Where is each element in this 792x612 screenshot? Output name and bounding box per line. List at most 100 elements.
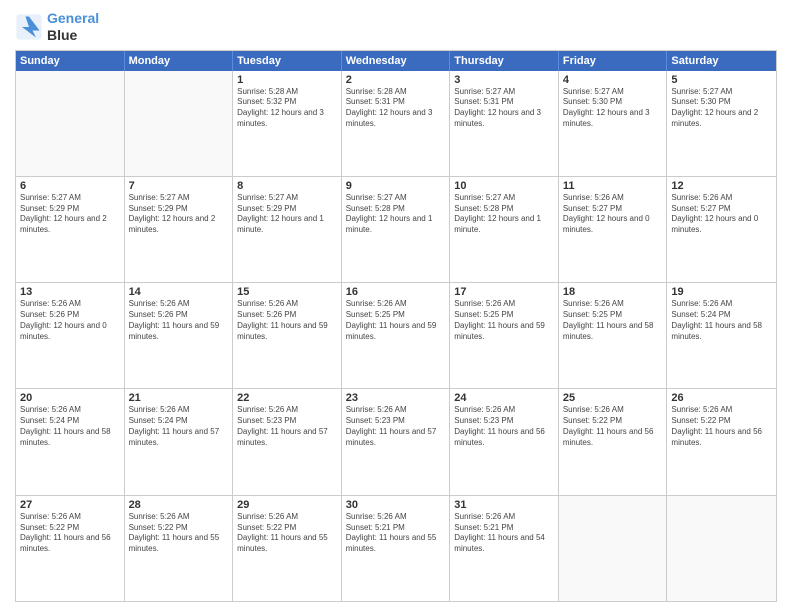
day-number: 10 (454, 180, 554, 192)
day-info: Sunrise: 5:26 AM Sunset: 5:23 PM Dayligh… (346, 405, 446, 448)
day-number: 9 (346, 180, 446, 192)
calendar-cell: 12Sunrise: 5:26 AM Sunset: 5:27 PM Dayli… (667, 177, 776, 282)
day-number: 16 (346, 286, 446, 298)
calendar-cell: 10Sunrise: 5:27 AM Sunset: 5:28 PM Dayli… (450, 177, 559, 282)
day-info: Sunrise: 5:26 AM Sunset: 5:25 PM Dayligh… (563, 299, 663, 342)
day-info: Sunrise: 5:26 AM Sunset: 5:22 PM Dayligh… (20, 512, 120, 555)
calendar-cell: 20Sunrise: 5:26 AM Sunset: 5:24 PM Dayli… (16, 389, 125, 494)
day-number: 19 (671, 286, 772, 298)
calendar-header-cell: Saturday (667, 51, 776, 71)
calendar-header-cell: Thursday (450, 51, 559, 71)
day-info: Sunrise: 5:26 AM Sunset: 5:23 PM Dayligh… (237, 405, 337, 448)
day-number: 23 (346, 392, 446, 404)
calendar-cell: 18Sunrise: 5:26 AM Sunset: 5:25 PM Dayli… (559, 283, 668, 388)
day-info: Sunrise: 5:26 AM Sunset: 5:22 PM Dayligh… (237, 512, 337, 555)
day-info: Sunrise: 5:26 AM Sunset: 5:23 PM Dayligh… (454, 405, 554, 448)
calendar-cell: 24Sunrise: 5:26 AM Sunset: 5:23 PM Dayli… (450, 389, 559, 494)
day-info: Sunrise: 5:26 AM Sunset: 5:27 PM Dayligh… (671, 193, 772, 236)
day-number: 26 (671, 392, 772, 404)
day-info: Sunrise: 5:27 AM Sunset: 5:29 PM Dayligh… (237, 193, 337, 236)
day-info: Sunrise: 5:27 AM Sunset: 5:28 PM Dayligh… (346, 193, 446, 236)
day-info: Sunrise: 5:26 AM Sunset: 5:24 PM Dayligh… (671, 299, 772, 342)
calendar-week: 1Sunrise: 5:28 AM Sunset: 5:32 PM Daylig… (16, 71, 776, 177)
logo: General Blue (15, 10, 99, 44)
calendar-cell: 26Sunrise: 5:26 AM Sunset: 5:22 PM Dayli… (667, 389, 776, 494)
day-number: 2 (346, 74, 446, 86)
calendar-header-cell: Sunday (16, 51, 125, 71)
day-number: 1 (237, 74, 337, 86)
day-number: 7 (129, 180, 229, 192)
calendar: SundayMondayTuesdayWednesdayThursdayFrid… (15, 50, 777, 602)
calendar-header: SundayMondayTuesdayWednesdayThursdayFrid… (16, 51, 776, 71)
calendar-cell: 31Sunrise: 5:26 AM Sunset: 5:21 PM Dayli… (450, 496, 559, 601)
calendar-cell: 4Sunrise: 5:27 AM Sunset: 5:30 PM Daylig… (559, 71, 668, 176)
calendar-cell: 9Sunrise: 5:27 AM Sunset: 5:28 PM Daylig… (342, 177, 451, 282)
day-number: 18 (563, 286, 663, 298)
day-number: 13 (20, 286, 120, 298)
calendar-cell: 8Sunrise: 5:27 AM Sunset: 5:29 PM Daylig… (233, 177, 342, 282)
day-info: Sunrise: 5:26 AM Sunset: 5:25 PM Dayligh… (454, 299, 554, 342)
day-number: 5 (671, 74, 772, 86)
day-info: Sunrise: 5:26 AM Sunset: 5:22 PM Dayligh… (129, 512, 229, 555)
day-number: 30 (346, 499, 446, 511)
calendar-cell: 13Sunrise: 5:26 AM Sunset: 5:26 PM Dayli… (16, 283, 125, 388)
calendar-cell: 29Sunrise: 5:26 AM Sunset: 5:22 PM Dayli… (233, 496, 342, 601)
calendar-header-cell: Wednesday (342, 51, 451, 71)
calendar-cell: 2Sunrise: 5:28 AM Sunset: 5:31 PM Daylig… (342, 71, 451, 176)
day-info: Sunrise: 5:26 AM Sunset: 5:24 PM Dayligh… (129, 405, 229, 448)
day-info: Sunrise: 5:26 AM Sunset: 5:26 PM Dayligh… (20, 299, 120, 342)
calendar-cell: 30Sunrise: 5:26 AM Sunset: 5:21 PM Dayli… (342, 496, 451, 601)
day-number: 24 (454, 392, 554, 404)
logo-text: General Blue (47, 10, 99, 44)
calendar-cell: 22Sunrise: 5:26 AM Sunset: 5:23 PM Dayli… (233, 389, 342, 494)
calendar-cell-empty (125, 71, 234, 176)
day-number: 29 (237, 499, 337, 511)
page: General Blue SundayMondayTuesdayWednesda… (0, 0, 792, 612)
day-number: 31 (454, 499, 554, 511)
calendar-cell: 6Sunrise: 5:27 AM Sunset: 5:29 PM Daylig… (16, 177, 125, 282)
logo-icon (15, 13, 43, 41)
header: General Blue (15, 10, 777, 44)
day-info: Sunrise: 5:28 AM Sunset: 5:32 PM Dayligh… (237, 87, 337, 130)
calendar-cell-empty (16, 71, 125, 176)
calendar-cell: 11Sunrise: 5:26 AM Sunset: 5:27 PM Dayli… (559, 177, 668, 282)
calendar-body: 1Sunrise: 5:28 AM Sunset: 5:32 PM Daylig… (16, 71, 776, 601)
day-number: 8 (237, 180, 337, 192)
day-number: 21 (129, 392, 229, 404)
calendar-header-cell: Friday (559, 51, 668, 71)
day-number: 15 (237, 286, 337, 298)
day-number: 6 (20, 180, 120, 192)
calendar-cell: 17Sunrise: 5:26 AM Sunset: 5:25 PM Dayli… (450, 283, 559, 388)
day-info: Sunrise: 5:26 AM Sunset: 5:26 PM Dayligh… (129, 299, 229, 342)
calendar-cell: 19Sunrise: 5:26 AM Sunset: 5:24 PM Dayli… (667, 283, 776, 388)
calendar-week: 20Sunrise: 5:26 AM Sunset: 5:24 PM Dayli… (16, 389, 776, 495)
day-info: Sunrise: 5:27 AM Sunset: 5:30 PM Dayligh… (563, 87, 663, 130)
calendar-week: 27Sunrise: 5:26 AM Sunset: 5:22 PM Dayli… (16, 496, 776, 601)
day-number: 17 (454, 286, 554, 298)
day-info: Sunrise: 5:27 AM Sunset: 5:28 PM Dayligh… (454, 193, 554, 236)
day-info: Sunrise: 5:27 AM Sunset: 5:29 PM Dayligh… (129, 193, 229, 236)
calendar-cell: 21Sunrise: 5:26 AM Sunset: 5:24 PM Dayli… (125, 389, 234, 494)
calendar-cell: 23Sunrise: 5:26 AM Sunset: 5:23 PM Dayli… (342, 389, 451, 494)
calendar-cell: 7Sunrise: 5:27 AM Sunset: 5:29 PM Daylig… (125, 177, 234, 282)
day-info: Sunrise: 5:26 AM Sunset: 5:24 PM Dayligh… (20, 405, 120, 448)
calendar-cell: 15Sunrise: 5:26 AM Sunset: 5:26 PM Dayli… (233, 283, 342, 388)
calendar-week: 13Sunrise: 5:26 AM Sunset: 5:26 PM Dayli… (16, 283, 776, 389)
day-number: 3 (454, 74, 554, 86)
calendar-cell: 14Sunrise: 5:26 AM Sunset: 5:26 PM Dayli… (125, 283, 234, 388)
day-info: Sunrise: 5:27 AM Sunset: 5:31 PM Dayligh… (454, 87, 554, 130)
calendar-cell-empty (667, 496, 776, 601)
calendar-cell-empty (559, 496, 668, 601)
calendar-header-cell: Monday (125, 51, 234, 71)
calendar-header-cell: Tuesday (233, 51, 342, 71)
day-info: Sunrise: 5:26 AM Sunset: 5:25 PM Dayligh… (346, 299, 446, 342)
day-info: Sunrise: 5:27 AM Sunset: 5:30 PM Dayligh… (671, 87, 772, 130)
day-number: 11 (563, 180, 663, 192)
day-info: Sunrise: 5:27 AM Sunset: 5:29 PM Dayligh… (20, 193, 120, 236)
day-number: 12 (671, 180, 772, 192)
day-number: 4 (563, 74, 663, 86)
day-info: Sunrise: 5:26 AM Sunset: 5:21 PM Dayligh… (346, 512, 446, 555)
calendar-cell: 3Sunrise: 5:27 AM Sunset: 5:31 PM Daylig… (450, 71, 559, 176)
calendar-cell: 1Sunrise: 5:28 AM Sunset: 5:32 PM Daylig… (233, 71, 342, 176)
day-info: Sunrise: 5:28 AM Sunset: 5:31 PM Dayligh… (346, 87, 446, 130)
